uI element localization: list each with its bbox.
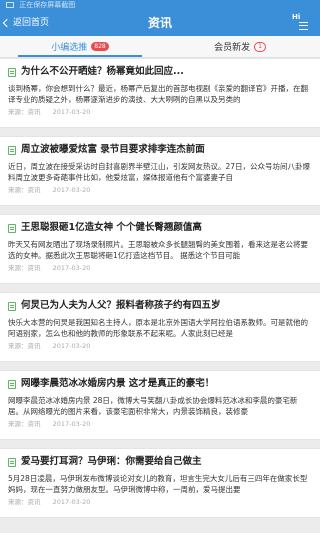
news-date: 2017-03-20 [52, 420, 91, 428]
text-lines-icon [299, 22, 308, 30]
document-icon [8, 379, 16, 389]
news-source: 来源：资讯 [8, 186, 41, 194]
news-meta: 来源：资讯 2017-03-20 [8, 420, 312, 429]
news-item[interactable]: 周立波被曝爱炫富 录节目要求排李连杰前面 近日，周立波在接受采访时自封喜剧界半壁… [0, 136, 320, 206]
news-date: 2017-03-20 [52, 186, 91, 194]
document-icon [8, 145, 16, 155]
news-source: 来源：资讯 [8, 342, 41, 350]
news-meta: 来源：资讯 2017-03-20 [8, 108, 312, 117]
news-title-text: 为什么不公开晒娃？杨幂竟如此回应... [21, 66, 184, 77]
news-item[interactable]: 何炅已为人夫为人父？报料者称孩子约有四五岁 快乐大本营的何炅是我国知名主持人，原… [0, 292, 320, 362]
news-title: 何炅已为人夫为人父？报料者称孩子约有四五岁 [8, 299, 312, 313]
news-title-text: 网曝李晨范冰冰婚房内景 这才是真正的豪宅！ [21, 378, 215, 389]
tab-bar: 小编选推 828 会员新发 1 [0, 36, 320, 58]
news-title: 爱马要打耳洞？马伊琍：你需要给自己做主 [8, 455, 312, 469]
news-date: 2017-03-20 [52, 342, 91, 350]
news-title: 网曝李晨范冰冰婚房内景 这才是真正的豪宅！ [8, 377, 312, 391]
status-bar: 正在保存屏幕截图 [0, 0, 320, 10]
count-badge: 1 [254, 41, 266, 52]
news-summary: 网曝李晨范冰冰婚房内景 28日，微博大号笑翻八卦成长协会爆料范冰冰和李晨的豪宅新… [8, 396, 298, 416]
news-meta: 来源：资讯 2017-03-20 [8, 186, 312, 195]
news-summary: 近日，周立波在接受采访时自封喜剧界半壁江山，引发网友热议。27日，公众号坊间八卦… [8, 162, 311, 182]
tab-member-posts[interactable]: 会员新发 1 [160, 36, 320, 57]
news-item[interactable]: 爱马要打耳洞？马伊琍：你需要给自己做主 5月28日凌晨，马伊琍发布微博谈论对女儿… [0, 448, 320, 518]
count-badge: 828 [91, 42, 109, 51]
tab-label: 小编选推 [51, 43, 88, 53]
news-date: 2017-03-20 [52, 108, 91, 116]
news-meta: 来源：资讯 2017-03-20 [8, 264, 312, 273]
news-date: 2017-03-20 [52, 498, 91, 506]
news-summary: 谈到杨幂，你会想到什么？最近，杨幂产后复出的首部电视剧《亲爱的翻译官》开播，在翻… [8, 84, 308, 104]
news-item[interactable]: 王思聪狠砸1亿造女神 个个健长臀翘颜值高 昨天又有网友晒出了现场录制照片。王思聪… [0, 214, 320, 284]
news-date: 2017-03-20 [52, 264, 91, 272]
mode-label: Hi [292, 13, 301, 21]
news-meta: 来源：资讯 2017-03-20 [8, 342, 312, 351]
tab-label: 会员新发 [214, 43, 251, 53]
top-bar: 返回首页 资讯 Hi [0, 10, 320, 36]
news-summary: 昨天又有网友晒出了现场录制照片。王思聪被众多长腿翘臀的美女围着，看来这是老公将要… [8, 240, 308, 260]
news-summary: 5月28日凌晨，马伊琍发布微博谈论对女儿的教育，坦言生完大女儿后有三四年在做家长… [8, 474, 308, 494]
news-title-text: 爱马要打耳洞？马伊琍：你需要给自己做主 [21, 456, 202, 467]
news-list[interactable]: 为什么不公开晒娃？杨幂竟如此回应... 谈到杨幂，你会想到什么？最近，杨幂产后复… [0, 58, 320, 533]
screenshot-icon [6, 2, 14, 8]
news-title: 为什么不公开晒娃？杨幂竟如此回应... [8, 65, 312, 79]
news-title-text: 何炅已为人夫为人父？报料者称孩子约有四五岁 [21, 300, 221, 311]
tab-editor-picks[interactable]: 小编选推 828 [0, 36, 160, 57]
news-source: 来源：资讯 [8, 108, 41, 116]
reading-mode-button[interactable]: Hi [290, 13, 310, 33]
news-title-text: 周立波被曝爱炫富 录节目要求排李连杰前面 [21, 144, 205, 155]
news-title: 周立波被曝爱炫富 录节目要求排李连杰前面 [8, 143, 312, 157]
document-icon [8, 67, 16, 77]
news-item[interactable]: 网曝李晨范冰冰婚房内景 这才是真正的豪宅！ 网曝李晨范冰冰婚房内景 28日，微博… [0, 370, 320, 440]
document-icon [8, 457, 16, 467]
news-source: 来源：资讯 [8, 498, 41, 506]
news-meta: 来源：资讯 2017-03-20 [8, 498, 312, 507]
news-source: 来源：资讯 [8, 264, 41, 272]
news-title: 王思聪狠砸1亿造女神 个个健长臀翘颜值高 [8, 221, 312, 235]
news-summary: 快乐大本营的何炅是我国知名主持人，原本是北京外国语大学阿拉伯语系教师。可是就他的… [8, 318, 308, 338]
news-source: 来源：资讯 [8, 420, 41, 428]
news-item[interactable]: 为什么不公开晒娃？杨幂竟如此回应... 谈到杨幂，你会想到什么？最近，杨幂产后复… [0, 58, 320, 128]
page-title: 资讯 [147, 16, 172, 30]
document-icon [8, 301, 16, 311]
document-icon [8, 223, 16, 233]
news-title-text: 王思聪狠砸1亿造女神 个个健长臀翘颜值高 [21, 222, 202, 233]
status-text: 正在保存屏幕截图 [19, 1, 76, 9]
